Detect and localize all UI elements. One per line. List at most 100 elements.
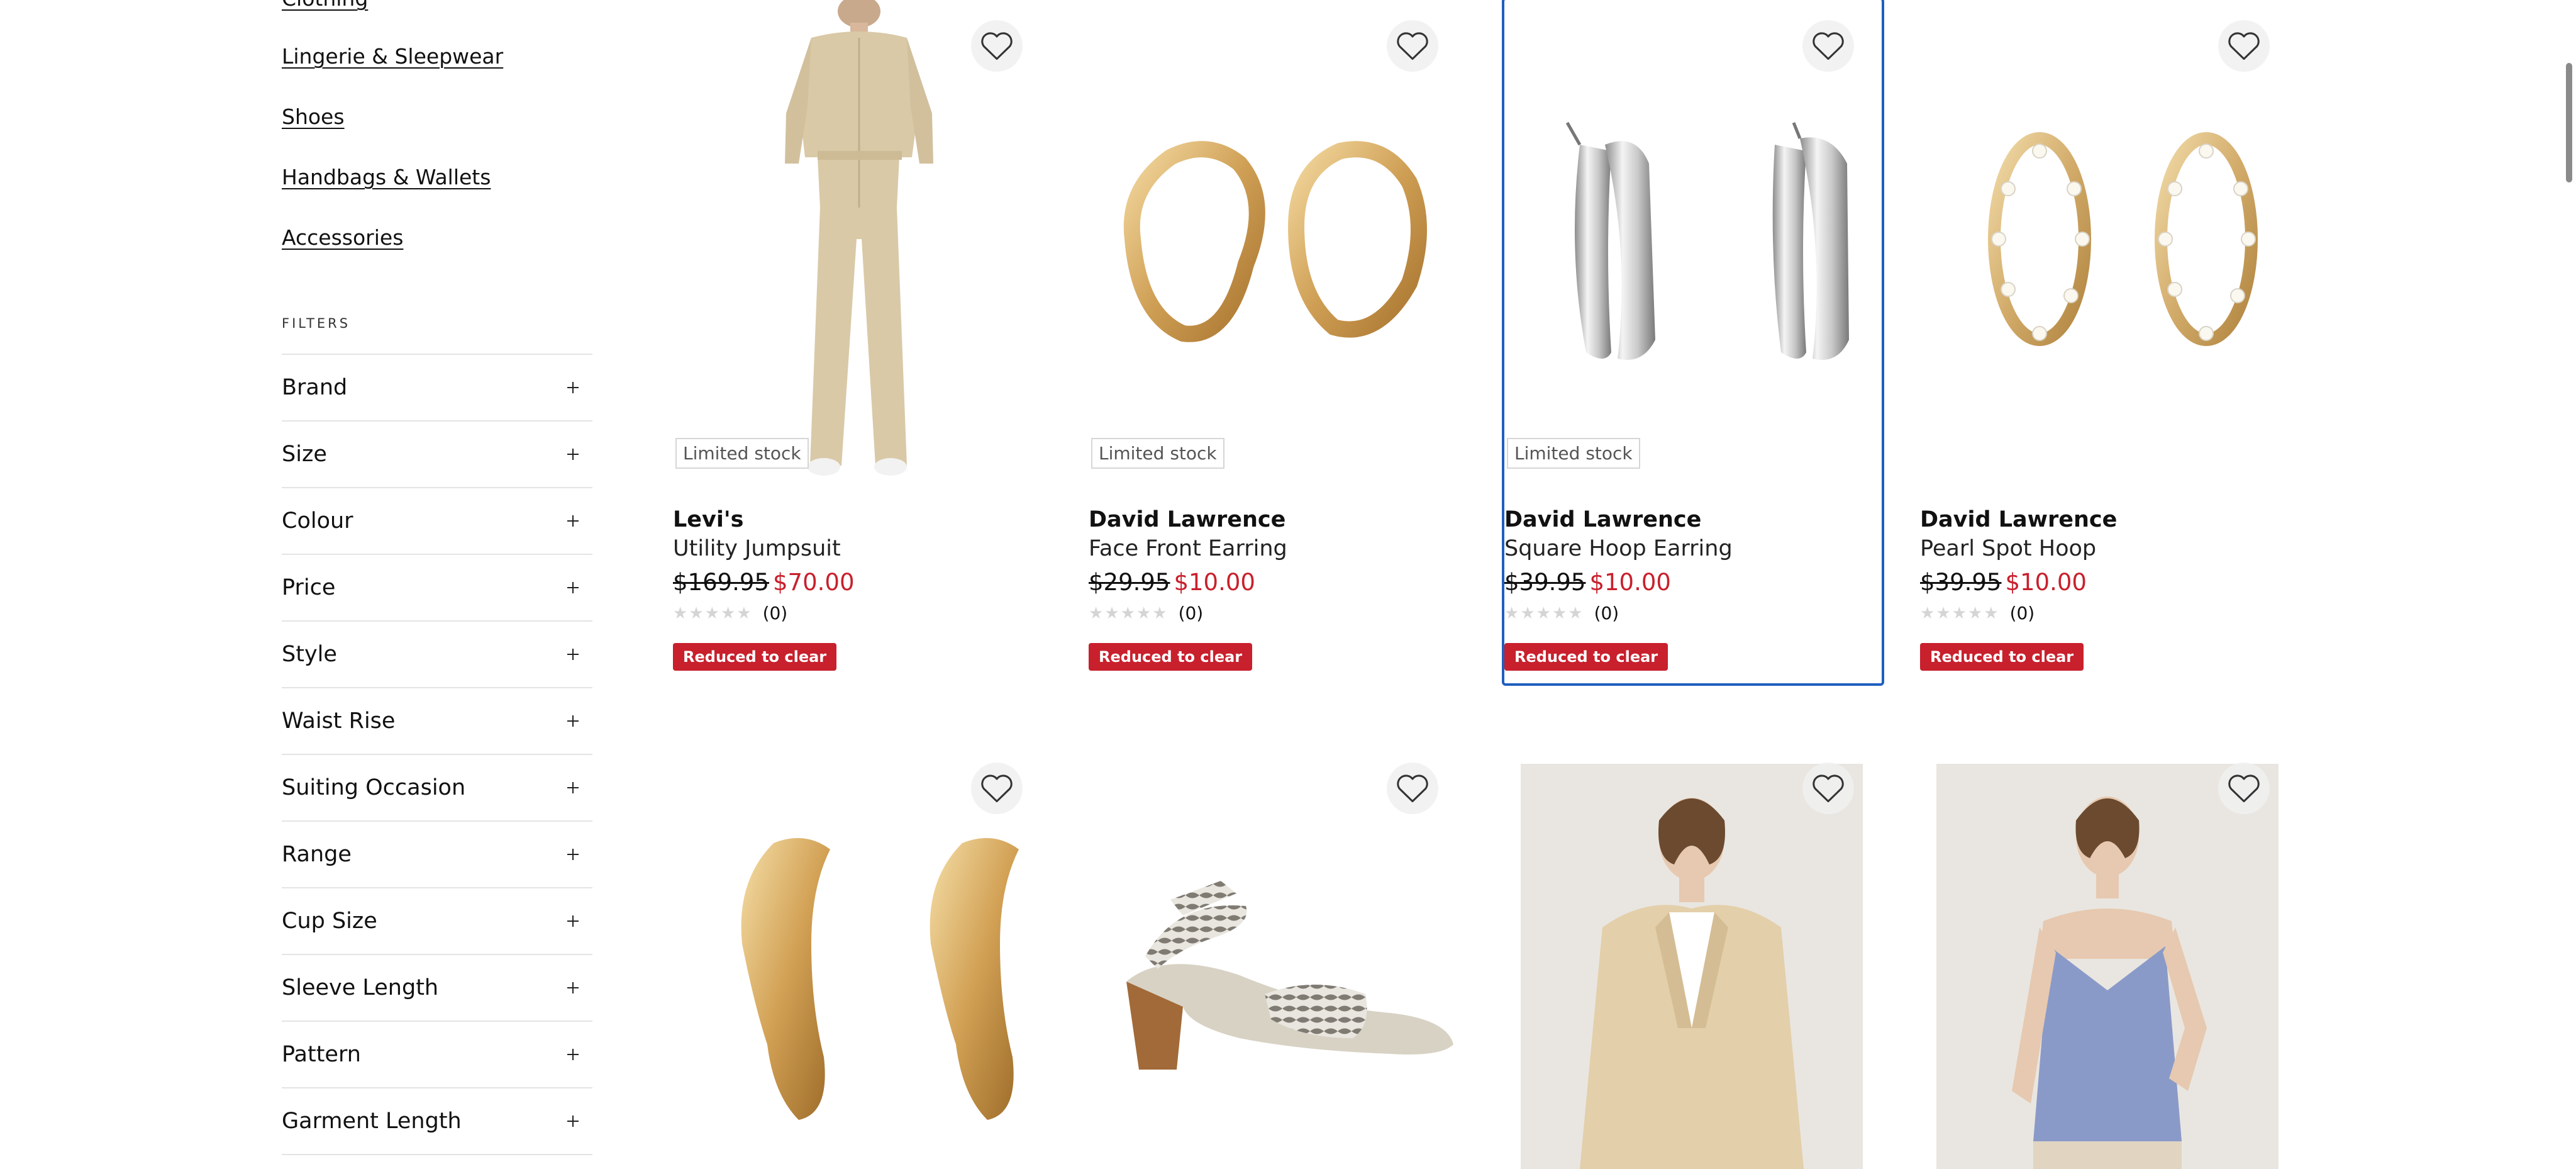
limited-stock-badge: Limited stock <box>1507 438 1640 469</box>
review-count: (0) <box>1178 603 1204 624</box>
product-card[interactable] <box>673 742 1050 1169</box>
filter-label: Range <box>282 842 352 867</box>
product-card[interactable]: David Lawrence Pearl Spot Hoop $39.95 $10… <box>1920 0 2297 680</box>
price: $39.95 $10.00 <box>1920 569 2087 596</box>
filter-pattern[interactable]: Pattern <box>282 1022 592 1088</box>
sale-price: $10.00 <box>1589 569 1671 596</box>
product-brand[interactable]: David Lawrence <box>1920 507 2117 532</box>
filter-sleeve-length[interactable]: Sleeve Length <box>282 955 592 1022</box>
plus-icon <box>562 844 584 865</box>
heart-icon <box>1397 775 1428 803</box>
product-card-selected[interactable]: Limited stock David Lawrence Square Hoop… <box>1502 0 1884 686</box>
filters-heading: FILTERS <box>282 316 351 331</box>
filter-brand[interactable]: Brand <box>282 355 592 422</box>
rating: ★ ★ ★ ★ ★ (0) <box>1920 603 2035 624</box>
filter-label: Suiting Occasion <box>282 775 466 800</box>
filter-cup-size[interactable]: Cup Size <box>282 888 592 955</box>
original-price: $169.95 <box>673 569 770 596</box>
plus-icon <box>562 977 584 998</box>
pearl-hoop-image[interactable] <box>1920 0 2297 484</box>
blue-cami-model-image[interactable] <box>1936 764 2279 1169</box>
category-link-handbags[interactable]: Handbags & Wallets <box>282 165 491 189</box>
category-link-accessories[interactable]: Accessories <box>282 225 403 250</box>
plus-icon <box>562 710 584 732</box>
product-card[interactable]: Limited stock Levi's Utility Jumpsuit $1… <box>673 0 1050 680</box>
scrollbar-thumb[interactable] <box>2566 63 2572 182</box>
filter-label: Size <box>282 442 327 467</box>
category-link-lingerie[interactable]: Lingerie & Sleepwear <box>282 44 503 69</box>
plus-icon <box>562 1110 584 1132</box>
star-rating-icon: ★ ★ ★ ★ ★ <box>1089 603 1167 623</box>
category-link-clothing[interactable]: Clothing <box>282 0 368 11</box>
original-price: $29.95 <box>1089 569 1170 596</box>
heart-icon <box>1397 32 1428 60</box>
filter-range[interactable]: Range <box>282 822 592 888</box>
product-name[interactable]: Square Hoop Earring <box>1504 536 1733 561</box>
product-name[interactable]: Pearl Spot Hoop <box>1920 536 2096 561</box>
filter-label: Style <box>282 642 337 667</box>
review-count: (0) <box>762 603 788 624</box>
product-name[interactable]: Face Front Earring <box>1089 536 1287 561</box>
heart-icon <box>2228 775 2260 803</box>
limited-stock-badge: Limited stock <box>675 438 809 469</box>
wishlist-heart-button[interactable] <box>1802 763 1854 814</box>
wishlist-heart-button[interactable] <box>971 763 1023 814</box>
wishlist-heart-button[interactable] <box>1387 763 1438 814</box>
product-brand[interactable]: Levi's <box>673 507 743 532</box>
review-count: (0) <box>2009 603 2035 624</box>
heart-icon <box>1813 775 1844 803</box>
filter-size[interactable]: Size <box>282 422 592 488</box>
product-brand[interactable]: David Lawrence <box>1504 507 1701 532</box>
heart-icon <box>981 775 1013 803</box>
category-link-shoes[interactable]: Shoes <box>282 104 345 129</box>
filter-colour[interactable]: Colour <box>282 488 592 555</box>
beige-blazer-model-image[interactable] <box>1521 764 1863 1169</box>
original-price: $39.95 <box>1504 569 1586 596</box>
product-card[interactable] <box>1504 742 1882 1169</box>
filter-waist-rise[interactable]: Waist Rise <box>282 688 592 755</box>
wishlist-heart-button[interactable] <box>2218 20 2270 72</box>
heart-icon <box>981 32 1013 60</box>
filter-label: Waist Rise <box>282 708 396 734</box>
plus-icon <box>562 510 584 532</box>
wishlist-heart-button[interactable] <box>1387 20 1438 72</box>
silver-hoop-image[interactable] <box>1504 0 1882 484</box>
rating: ★ ★ ★ ★ ★ (0) <box>1089 603 1203 624</box>
product-card[interactable] <box>1920 742 2297 1169</box>
plus-icon <box>562 577 584 598</box>
filter-label: Colour <box>282 508 353 534</box>
star-rating-icon: ★ ★ ★ ★ ★ <box>673 603 752 623</box>
filter-label: Pattern <box>282 1042 361 1067</box>
filter-style[interactable]: Style <box>282 622 592 688</box>
sale-price: $70.00 <box>773 569 855 596</box>
wishlist-heart-button[interactable] <box>971 20 1023 72</box>
filter-label: Garment Length <box>282 1109 462 1134</box>
limited-stock-badge: Limited stock <box>1091 438 1224 469</box>
sale-price: $10.00 <box>2005 569 2087 596</box>
review-count: (0) <box>1594 603 1619 624</box>
jumpsuit-image[interactable] <box>673 0 1050 484</box>
wishlist-heart-button[interactable] <box>2218 763 2270 814</box>
original-price: $39.95 <box>1920 569 2002 596</box>
wishlist-heart-button[interactable] <box>1802 20 1854 72</box>
heart-icon <box>2228 32 2260 60</box>
plus-icon <box>562 377 584 398</box>
product-card[interactable] <box>1089 742 1466 1169</box>
filter-garment-length[interactable]: Garment Length <box>282 1088 592 1155</box>
star-rating-icon: ★ ★ ★ ★ ★ <box>1504 603 1583 623</box>
product-brand[interactable]: David Lawrence <box>1089 507 1285 532</box>
filter-list: Brand Size Colour Price Style Waist Rise… <box>282 354 592 1155</box>
price: $29.95 $10.00 <box>1089 569 1255 596</box>
product-name[interactable]: Utility Jumpsuit <box>673 536 841 561</box>
promo-badge: Reduced to clear <box>673 643 837 671</box>
page-scrollbar[interactable] <box>2561 0 2576 1169</box>
filter-label: Cup Size <box>282 909 377 934</box>
heart-icon <box>1813 32 1844 60</box>
product-card[interactable]: Limited stock David Lawrence Face Front … <box>1089 0 1466 680</box>
plus-icon <box>562 1044 584 1065</box>
filter-price[interactable]: Price <box>282 555 592 622</box>
promo-badge: Reduced to clear <box>1089 643 1253 671</box>
filter-label: Brand <box>282 375 348 400</box>
filter-suiting-occasion[interactable]: Suiting Occasion <box>282 755 592 822</box>
gold-earrings-image[interactable] <box>1089 0 1466 484</box>
